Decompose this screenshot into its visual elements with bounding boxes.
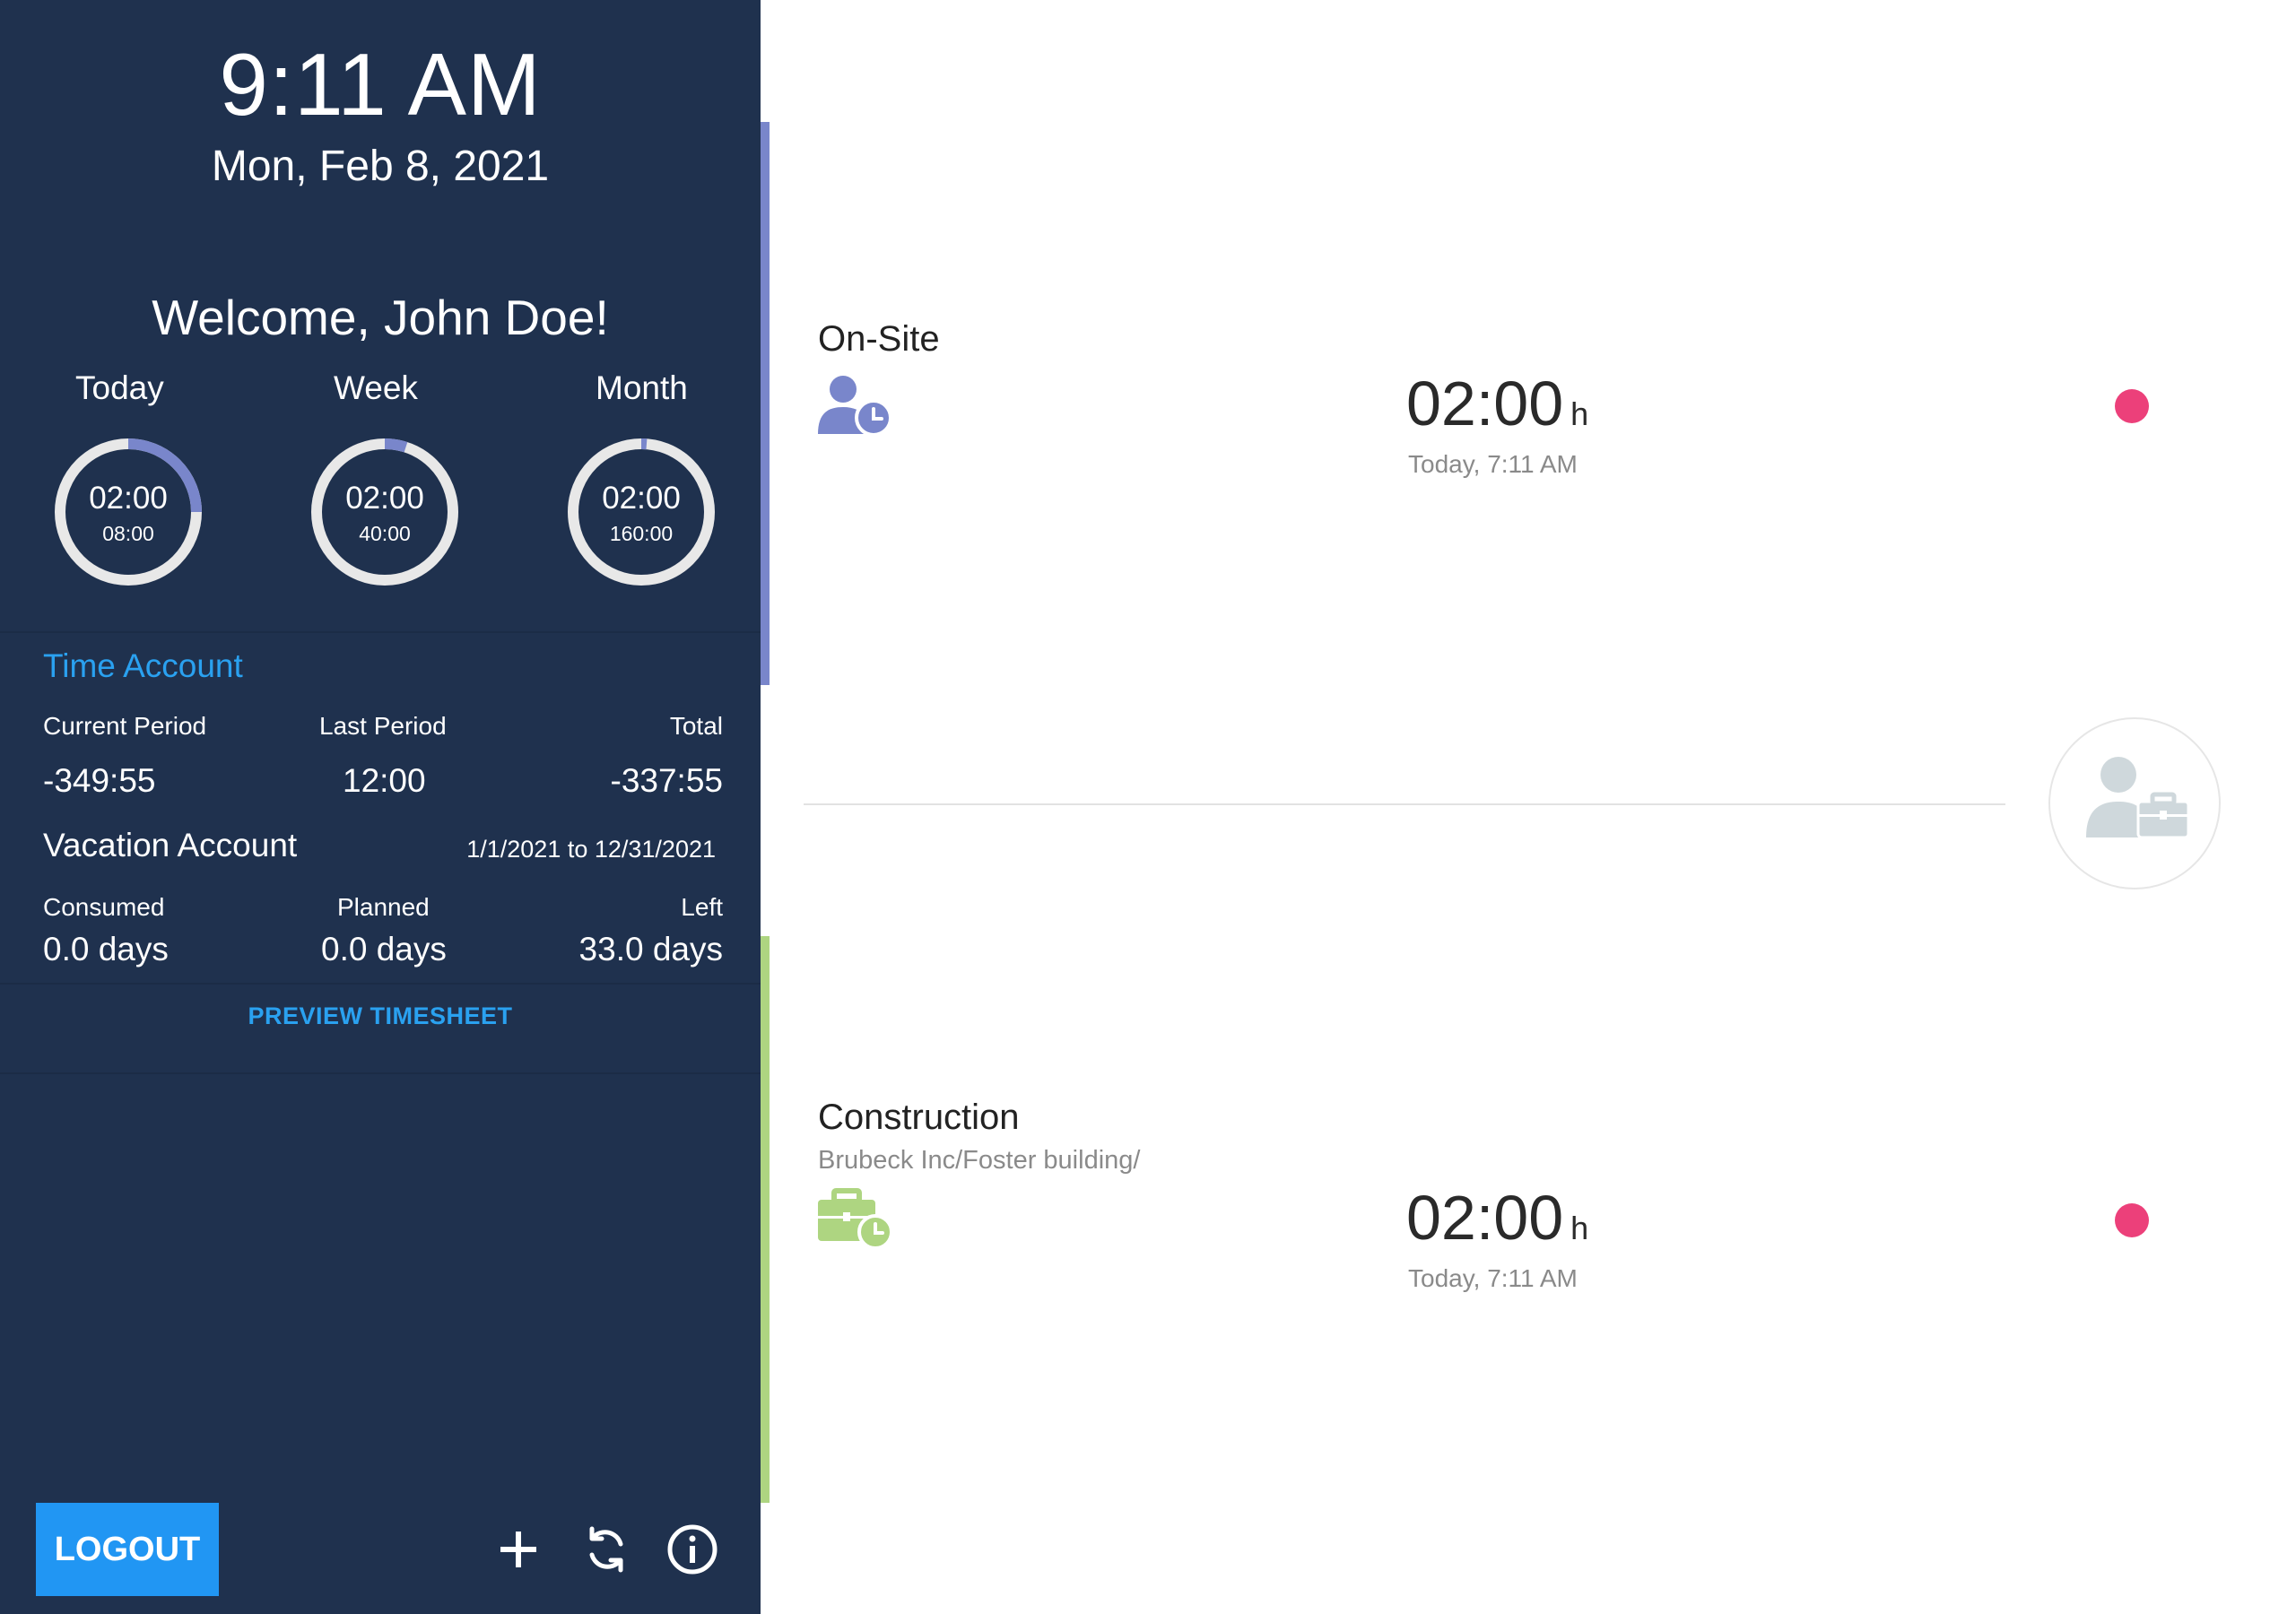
total-value: -337:55 [610,762,724,799]
today-label: Today [75,369,164,406]
construction-duration-unit: h [1570,1210,1589,1246]
month-label: Month [596,369,688,406]
week-label: Week [334,369,418,406]
person-clock-icon [818,373,893,437]
clock-date: Mon, Feb 8, 2021 [211,143,550,190]
divider [0,983,761,985]
current-period-label: Current Period [43,712,207,740]
construction-accent-bar [761,936,770,1503]
construction-status-dot[interactable] [2115,1203,2149,1237]
logout-button[interactable]: LOGOUT [36,1503,219,1596]
construction-timestamp: Today, 7:11 AM [1408,1264,1578,1292]
month-target: 160:00 [609,522,674,545]
on-site-status-dot[interactable] [2115,389,2149,423]
entries-separator [804,803,2005,805]
on-site-title: On-Site [818,319,940,359]
today-worked: 02:00 [89,481,168,516]
on-site-duration: 02:00 h [1406,368,1588,439]
last-period-label: Last Period [319,712,447,740]
construction-duration: 02:00 h [1406,1182,1588,1254]
week-worked: 02:00 [345,481,424,516]
today-target: 08:00 [102,522,154,545]
on-site-duration-unit: h [1570,395,1589,432]
on-site-timestamp: Today, 7:11 AM [1408,450,1578,478]
person-briefcase-icon [2086,757,2190,839]
planned-label: Planned [337,893,430,921]
clock-time: 9:11 AM [219,35,542,134]
start-job-button[interactable] [2048,717,2221,889]
planned-value: 0.0 days [321,931,447,968]
total-label: Total [669,712,723,740]
add-icon[interactable] [490,1521,547,1578]
divider [0,1072,761,1074]
info-icon[interactable] [664,1521,721,1578]
vacation-range: 1/1/2021 to 12/31/2021 [466,836,716,863]
on-site-accent-bar [761,122,770,685]
week-ring: 02:00 40:00 [309,436,461,588]
left-value: 33.0 days [578,931,723,968]
construction-subtitle: Brubeck Inc/Foster building/ [818,1146,1141,1175]
preview-timesheet-link[interactable]: PREVIEW TIMESHEET [0,1002,761,1030]
on-site-duration-value: 02:00 [1406,369,1564,438]
welcome-message: Welcome, John Doe! [152,290,609,345]
briefcase-clock-icon [818,1187,893,1250]
month-ring: 02:00 160:00 [565,436,718,588]
sync-icon[interactable] [578,1521,635,1578]
current-period-value: -349:55 [43,762,156,799]
consumed-label: Consumed [43,893,165,921]
left-label: Left [681,893,723,921]
construction-title: Construction [818,1098,1020,1137]
today-ring: 02:00 08:00 [52,436,204,588]
month-worked: 02:00 [602,481,681,516]
sidebar: 9:11 AM Mon, Feb 8, 2021 Welcome, John D… [0,0,761,1614]
week-target: 40:00 [359,522,411,545]
construction-duration-value: 02:00 [1406,1183,1564,1253]
time-account-title: Time Account [43,647,243,684]
last-period-value: 12:00 [343,762,426,799]
consumed-value: 0.0 days [43,931,169,968]
divider [0,631,761,633]
vacation-account-title: Vacation Account [43,827,298,863]
